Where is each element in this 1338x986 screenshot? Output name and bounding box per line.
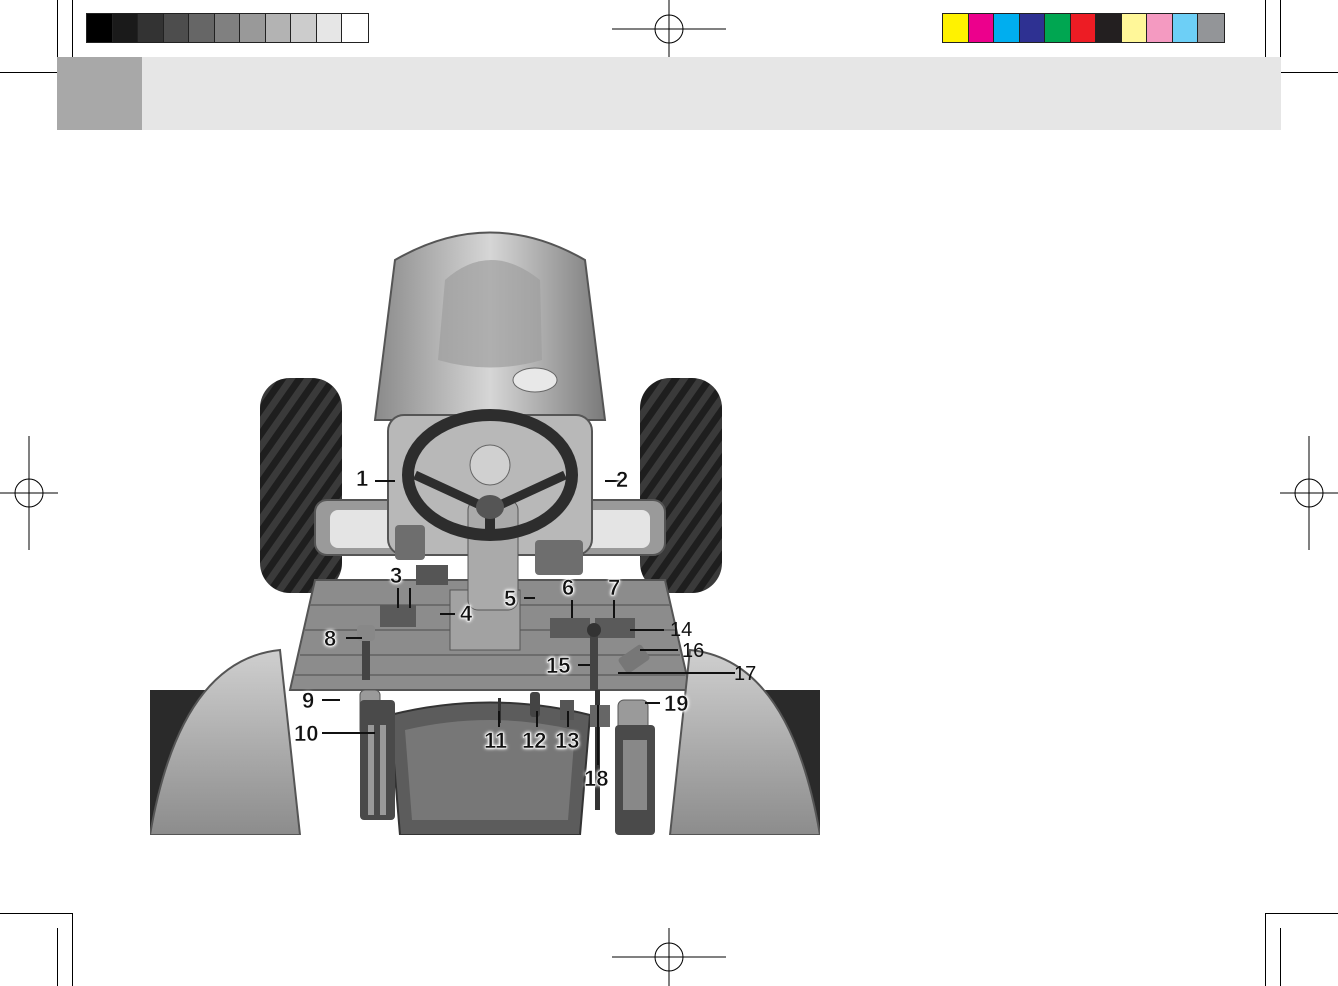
color-swatch (968, 14, 994, 42)
color-swatch (1070, 14, 1096, 42)
grayscale-swatch (342, 14, 368, 42)
registration-mark-top (612, 0, 726, 58)
grayscale-swatch (214, 14, 240, 42)
grayscale-swatch (189, 14, 215, 42)
callout-11: 11 (484, 728, 508, 753)
registration-mark-bottom (612, 928, 726, 986)
registration-mark-right (1280, 436, 1338, 550)
color-swatch (1096, 14, 1122, 42)
grayscale-swatch (240, 14, 266, 42)
callout-6: 6 (562, 575, 575, 600)
grayscale-swatch (316, 14, 342, 42)
color-swatch (943, 14, 969, 42)
grayscale-swatch (112, 14, 138, 42)
header-tab (57, 57, 142, 130)
tractor-figure: 1 2 3 4 5 6 7 8 9 10 11 12 13 14 15 16 1… (148, 220, 822, 836)
color-swatch (1019, 14, 1045, 42)
callout-2: 2 (616, 467, 629, 492)
callout-15: 15 (546, 653, 571, 678)
callout-9: 9 (302, 688, 315, 713)
color-swatch (1172, 14, 1198, 42)
color-swatch (1121, 14, 1147, 42)
callout-4: 4 (460, 601, 473, 626)
color-swatch (1147, 14, 1173, 42)
callout-10: 10 (294, 721, 319, 746)
brake-pedal-right (595, 618, 635, 638)
callout-1: 1 (356, 466, 369, 491)
color-bar (942, 13, 1225, 43)
callout-19: 19 (664, 691, 689, 716)
callout-16: 16 (682, 640, 705, 662)
callout-18: 18 (584, 766, 609, 791)
grayscale-swatch (291, 14, 317, 42)
callout-8: 8 (324, 626, 337, 651)
color-swatch (1045, 14, 1071, 42)
front-right-tire (640, 378, 722, 593)
brake-pedal-left (550, 618, 590, 638)
callout-5: 5 (504, 586, 517, 611)
registration-mark-left (0, 436, 58, 550)
grayscale-swatch (87, 14, 113, 42)
callout-14: 14 (670, 619, 693, 641)
callout-17: 17 (734, 663, 757, 685)
grayscale-swatch (138, 14, 164, 42)
grayscale-bar (86, 13, 369, 43)
callout-12: 12 (522, 728, 547, 753)
callout-7: 7 (608, 575, 621, 600)
left-pedal (380, 605, 416, 627)
callout-13: 13 (555, 728, 580, 753)
front-left-tire (260, 378, 342, 593)
color-swatch (1198, 14, 1224, 42)
header-band (57, 57, 1281, 130)
grayscale-swatch (265, 14, 291, 42)
grayscale-swatch (163, 14, 189, 42)
callout-3: 3 (390, 563, 403, 588)
color-swatch (994, 14, 1020, 42)
